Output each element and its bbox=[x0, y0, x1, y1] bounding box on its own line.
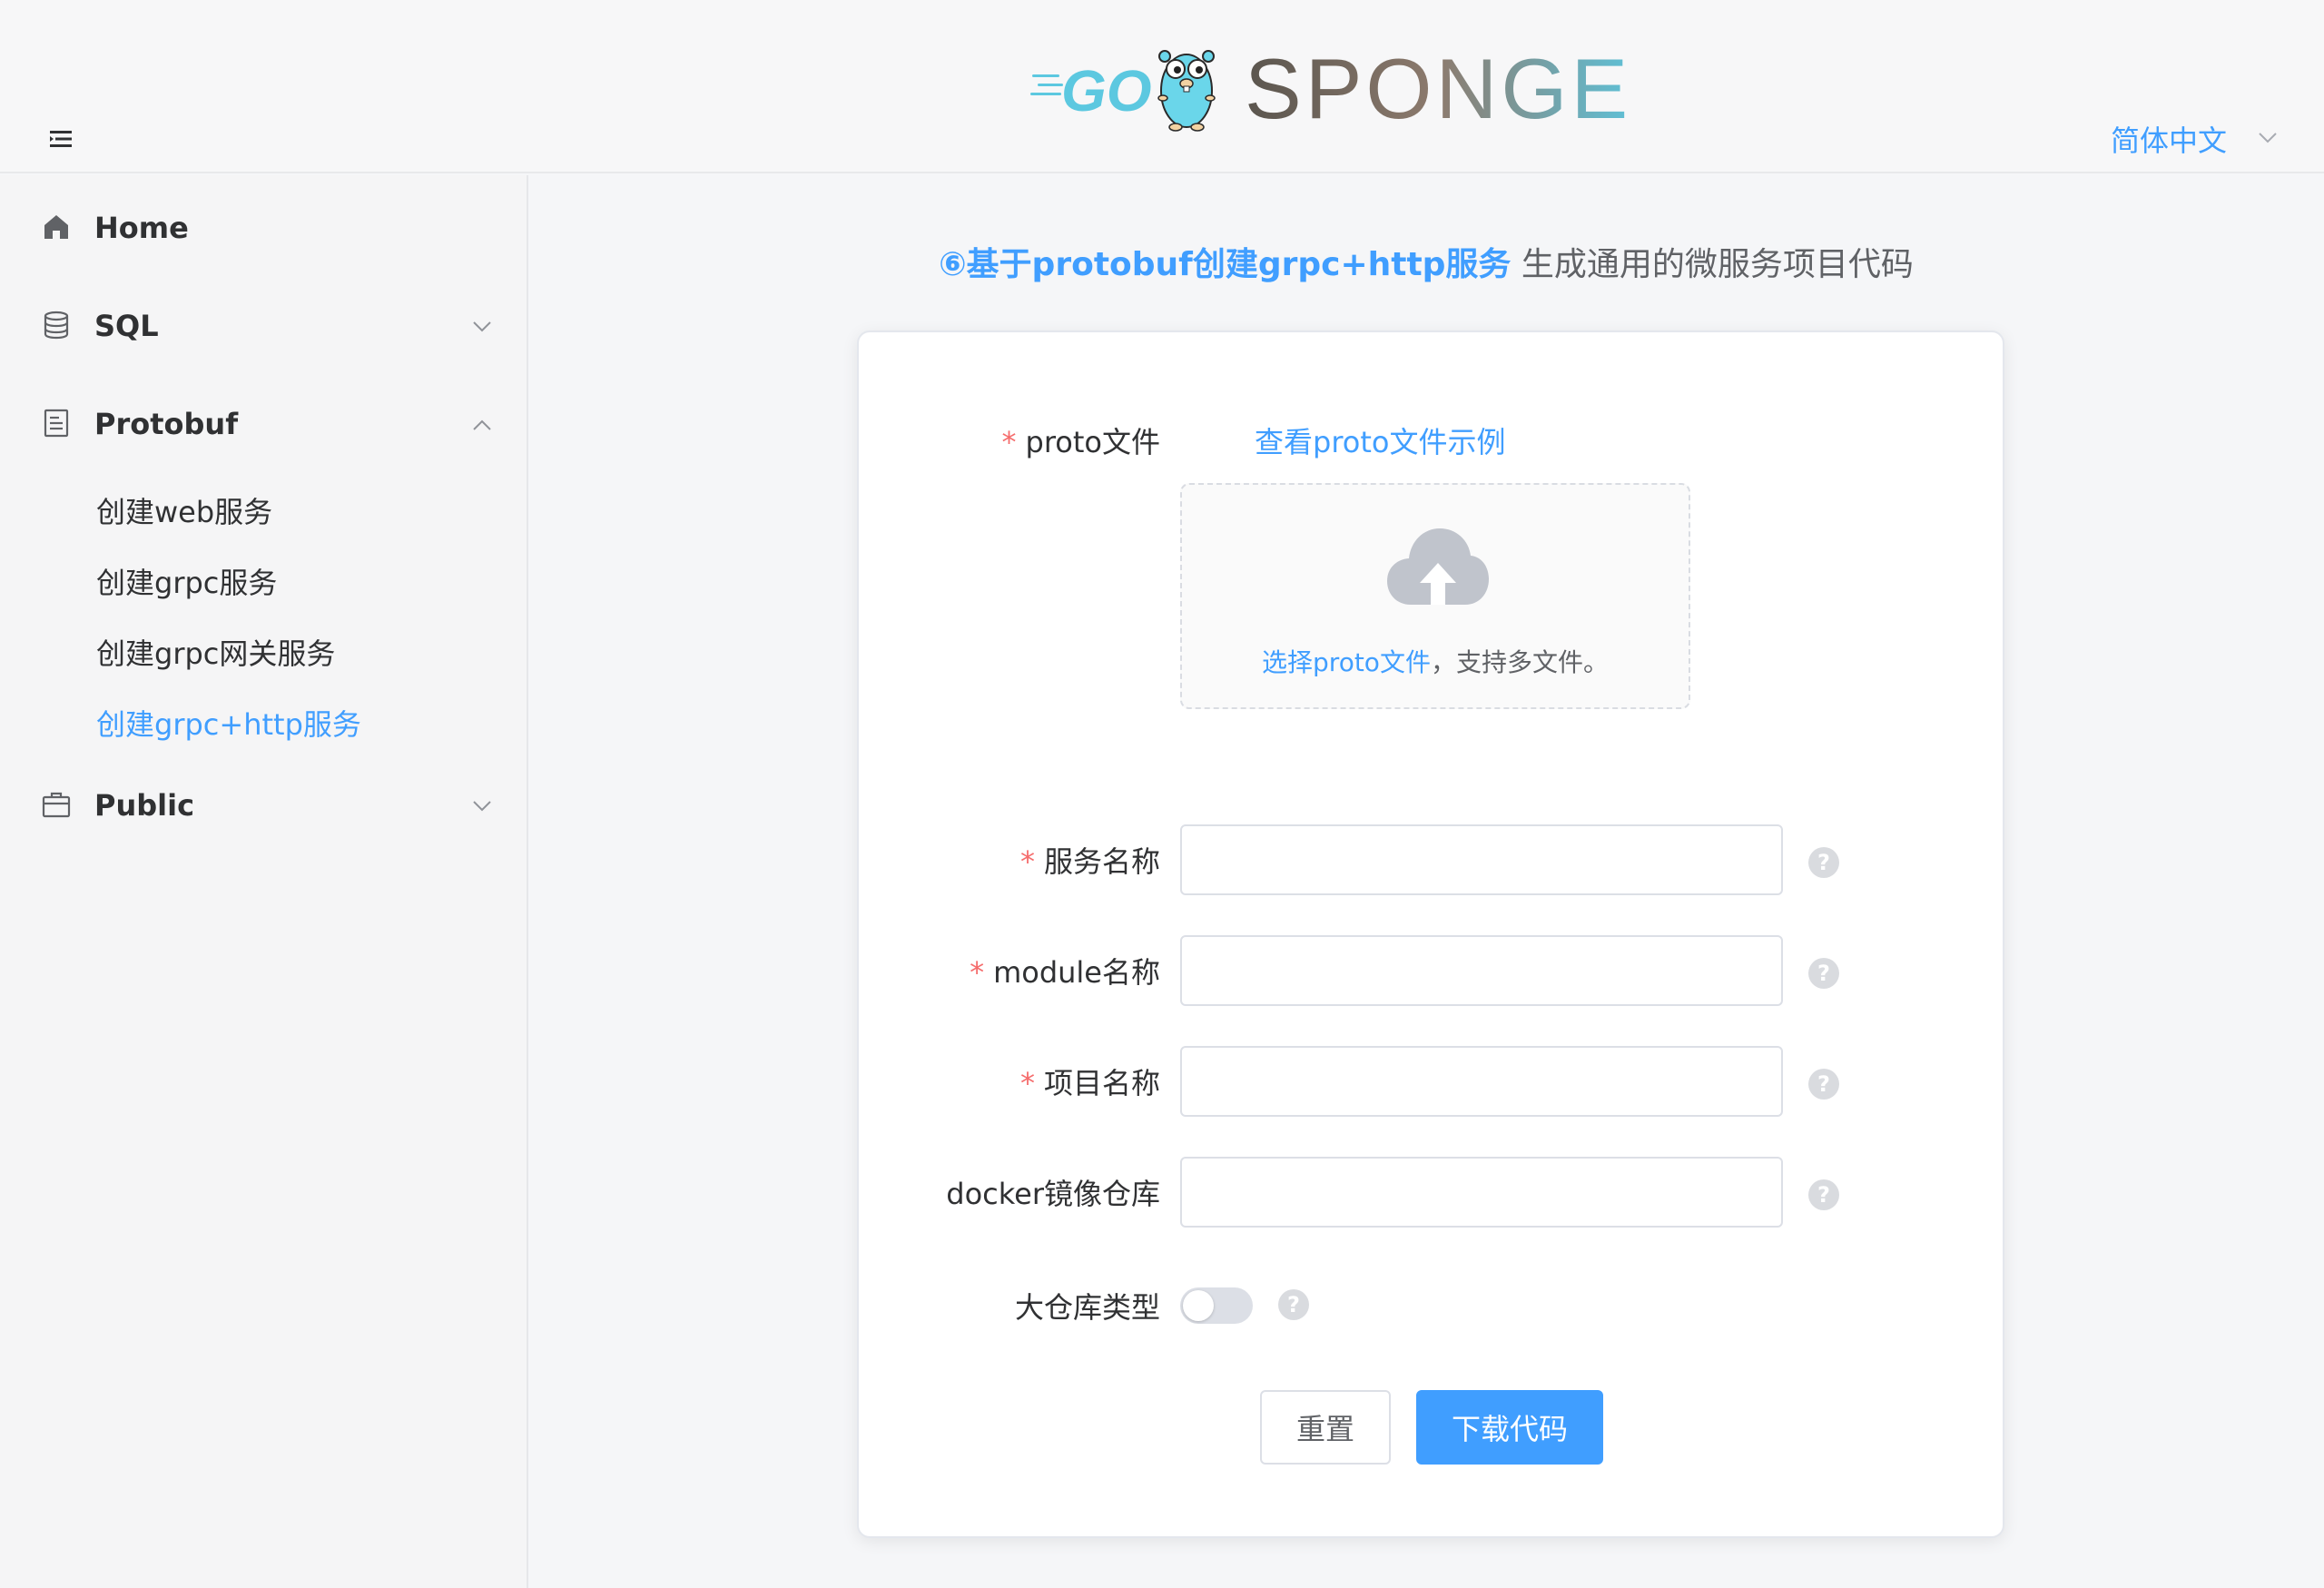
upload-select-link[interactable]: 选择proto文件 bbox=[1262, 647, 1431, 677]
proto-file-label: * proto文件 bbox=[1001, 425, 1160, 459]
sponge-logo: GO SPONGE bbox=[1030, 36, 1648, 136]
page-title: ⑥基于protobuf创建grpc+http服务 生成通用的微服务项目代码 bbox=[528, 238, 2324, 285]
project-name-input[interactable] bbox=[1180, 1046, 1783, 1117]
docker-registry-input[interactable] bbox=[1180, 1157, 1783, 1228]
sidebar-item-public[interactable]: Public bbox=[0, 769, 527, 842]
sidebar-subitem-web-service[interactable]: 创建web服务 bbox=[0, 478, 527, 542]
sidebar-item-label: Home bbox=[94, 211, 189, 245]
reset-button[interactable]: 重置 bbox=[1260, 1390, 1391, 1465]
chevron-down-icon bbox=[472, 799, 492, 812]
svg-text:SPONGE: SPONGE bbox=[1245, 41, 1631, 136]
proto-upload-dropzone[interactable]: 选择proto文件，支持多文件。 bbox=[1180, 483, 1690, 709]
upload-hint-rest: ，支持多文件。 bbox=[1430, 647, 1609, 677]
sidebar-item-label: Protobuf bbox=[94, 407, 239, 441]
home-icon bbox=[41, 212, 72, 242]
sidebar-subitem-label: 创建grpc服务 bbox=[96, 566, 278, 600]
service-name-input[interactable] bbox=[1180, 824, 1783, 895]
sidebar-subitem-grpc-service[interactable]: 创建grpc服务 bbox=[0, 549, 527, 613]
sidebar-item-home[interactable]: Home bbox=[0, 192, 527, 264]
switch-knob bbox=[1183, 1290, 1214, 1321]
sidebar-subitem-label: 创建web服务 bbox=[96, 495, 273, 529]
chevron-up-icon bbox=[472, 418, 492, 430]
sidebar-item-protobuf[interactable]: Protobuf bbox=[0, 388, 527, 460]
chevron-down-icon bbox=[2258, 131, 2278, 148]
chevron-down-icon bbox=[472, 320, 492, 332]
module-name-input[interactable] bbox=[1180, 935, 1783, 1006]
question-icon[interactable]: ? bbox=[1808, 847, 1839, 878]
top-header: GO SPONGE 简体中文 bbox=[0, 0, 2324, 173]
upload-hint: 选择proto文件，支持多文件。 bbox=[1182, 643, 1689, 679]
proto-example-link[interactable]: 查看proto文件示例 bbox=[1255, 419, 1505, 461]
project-name-label: * 项目名称 bbox=[1019, 1066, 1160, 1100]
page-title-strong: ⑥基于protobuf创建grpc+http服务 bbox=[939, 246, 1512, 283]
download-code-button[interactable]: 下载代码 bbox=[1416, 1390, 1603, 1465]
language-label: 简体中文 bbox=[2111, 123, 2228, 158]
question-icon[interactable]: ? bbox=[1808, 1069, 1839, 1100]
briefcase-icon bbox=[41, 789, 72, 820]
sidebar-item-sql[interactable]: SQL bbox=[0, 290, 527, 362]
page-title-subtitle: 生成通用的微服务项目代码 bbox=[1521, 246, 1914, 283]
sidebar-subitem-label: 创建grpc+http服务 bbox=[96, 707, 361, 742]
mono-repo-switch[interactable] bbox=[1180, 1287, 1253, 1324]
module-name-label: * module名称 bbox=[970, 955, 1160, 990]
sidebar-item-label: SQL bbox=[94, 309, 159, 343]
svg-text:GO: GO bbox=[1061, 58, 1152, 123]
mono-repo-label: 大仓库类型 bbox=[1014, 1290, 1160, 1325]
language-select[interactable]: 简体中文 bbox=[2111, 116, 2278, 162]
cloud-upload-icon bbox=[1385, 525, 1491, 608]
question-icon[interactable]: ? bbox=[1808, 958, 1839, 989]
sidebar-item-label: Public bbox=[94, 788, 195, 823]
service-name-label: * 服务名称 bbox=[1019, 844, 1160, 879]
sidebar-collapse-icon[interactable] bbox=[50, 129, 74, 149]
question-icon[interactable]: ? bbox=[1808, 1179, 1839, 1210]
sidebar-subitem-label: 创建grpc网关服务 bbox=[96, 636, 336, 671]
question-icon[interactable]: ? bbox=[1278, 1289, 1309, 1320]
docker-registry-label: docker镜像仓库 bbox=[946, 1177, 1160, 1211]
database-icon bbox=[41, 310, 72, 340]
sidebar-subitem-grpc-http-service[interactable]: 创建grpc+http服务 bbox=[0, 691, 527, 755]
document-icon bbox=[41, 408, 72, 439]
sidebar-subitem-grpc-gateway-service[interactable]: 创建grpc网关服务 bbox=[0, 620, 527, 684]
sidebar: Home SQL Protobuf 创建web服务 创建grpc服务 创建grp… bbox=[0, 175, 528, 1588]
